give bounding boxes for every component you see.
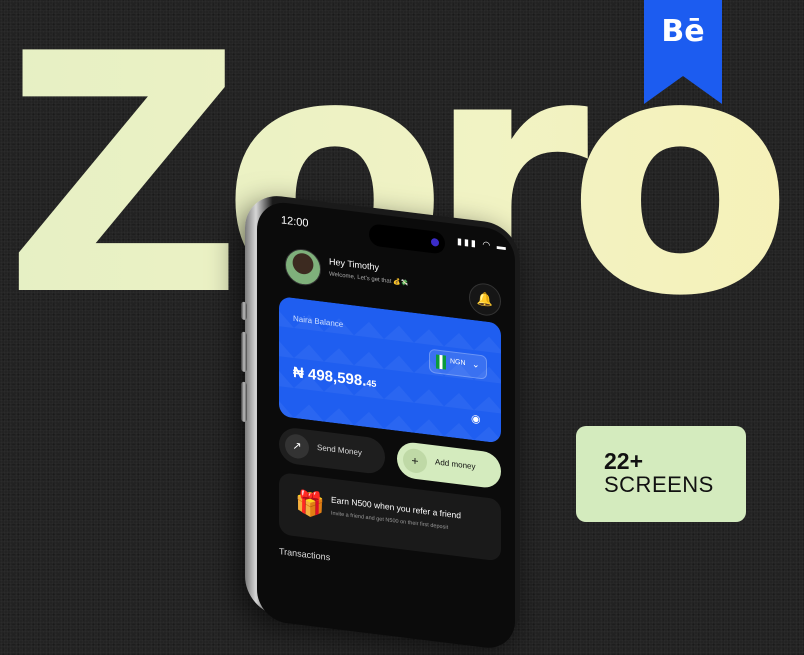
screens-count-card: 22+ SCREENS [576,426,746,522]
signal-icon: ▮▮▮ [457,236,478,249]
add-money-button[interactable]: + Add money [397,440,501,490]
phone-side-button [241,381,247,423]
greeting-name: Hey Timothy [329,256,380,273]
phone-frame: 12:00 ▮▮▮ ◠ ▬ Hey Timothy Welcome, Let's… [241,192,520,652]
nigeria-flag-icon [436,354,446,370]
status-time: 12:00 [281,214,309,230]
plus-icon: + [403,447,427,475]
greeting-welcome: Welcome, Let's get that 💰💸 [329,271,409,288]
battery-icon: ▬ [496,240,508,253]
currency-selector[interactable]: NGN ⌄ [429,348,487,380]
status-icons: ▮▮▮ ◠ ▬ [457,236,508,253]
add-money-label: Add money [435,457,476,472]
notification-bell-icon[interactable]: 🔔 [469,281,501,318]
balance-amount-main: ₦ 498,598. [293,363,367,390]
behance-logo-text: Bē [661,14,705,49]
send-money-label: Send Money [317,442,362,458]
screens-count: 22+ [604,448,644,474]
wifi-icon: ◠ [482,239,493,251]
chevron-down-icon: ⌄ [472,358,480,370]
phone-mockup: 12:00 ▮▮▮ ◠ ▬ Hey Timothy Welcome, Let's… [241,192,545,652]
gift-icon: 🎁 [295,489,325,520]
camera-icon [431,237,439,247]
balance-label: Naira Balance [293,313,344,330]
behance-badge[interactable]: Bē [644,0,722,104]
currency-code: NGN [450,358,466,368]
balance-amount-cents: 45 [366,377,377,390]
avatar[interactable] [285,246,321,288]
send-money-button[interactable]: ↗ Send Money [279,426,385,476]
screens-label: SCREENS [604,472,714,497]
eye-icon[interactable]: ◉ [471,412,481,426]
balance-amount: ₦ 498,598.45 [293,364,376,391]
phone-screen: 12:00 ▮▮▮ ◠ ▬ Hey Timothy Welcome, Let's… [257,199,515,652]
transactions-heading: Transactions [279,546,331,563]
referral-card[interactable]: 🎁 Earn N500 when you refer a friend Invi… [279,472,501,562]
phone-side-button [241,331,247,373]
balance-card: Naira Balance NGN ⌄ ₦ 498,598.45 ◉ [279,296,501,444]
arrow-up-right-icon: ↗ [285,432,309,460]
phone-side-button [241,301,247,321]
